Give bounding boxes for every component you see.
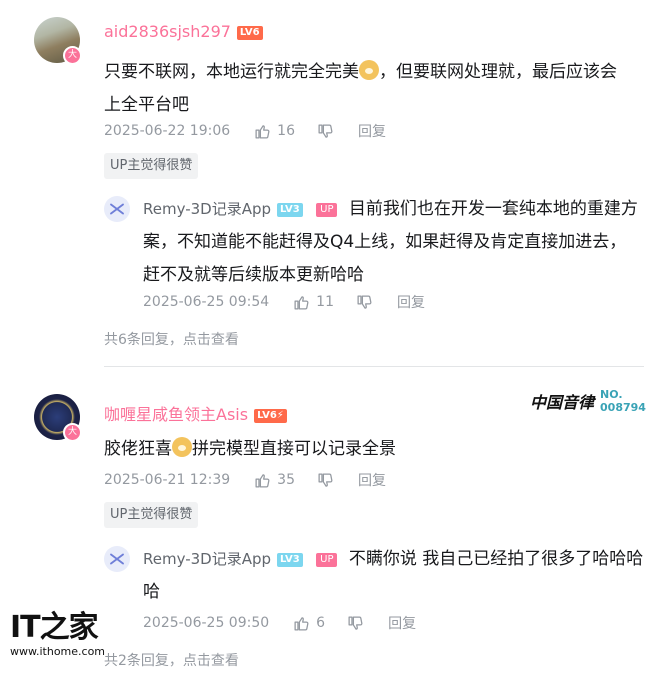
comment-header: 咖喱星咸鱼领主Asis LV6⚡ xyxy=(104,401,287,425)
like-count: 35 xyxy=(277,472,295,488)
comment-content: 胶佬狂喜 拼完模型直接可以记录全景 xyxy=(104,433,644,466)
decoration-number-block: NO. 008794 xyxy=(600,388,646,414)
dislike-button[interactable] xyxy=(356,294,373,311)
comment-text: 上全平台吧 xyxy=(104,95,189,115)
comment-header: aid2836sjsh297 LV6 xyxy=(104,22,263,41)
reply-time: 2025-06-25 09:54 xyxy=(143,294,270,310)
reply-avatar[interactable] xyxy=(104,546,130,572)
reply-body: Remy-3D记录App LV3 UP 不瞒你说 我自己已经拍了很多了哈哈哈 哈 xyxy=(143,543,648,609)
reply-button[interactable]: 回复 xyxy=(397,292,425,312)
reply-text: 哈 xyxy=(143,582,160,602)
remy-logo-icon xyxy=(110,203,124,215)
comment-content: 只要不联网，本地运行就完全完美 ，但要联网处理就，最后应该会 上全平台吧 xyxy=(104,56,644,122)
doge-emoji-icon xyxy=(172,437,192,457)
comment-text: 拼完模型直接可以记录全景 xyxy=(192,439,396,459)
view-more-replies[interactable]: 共2条回复，点击查看 xyxy=(104,650,239,670)
username[interactable]: 咖喱星咸鱼领主Asis xyxy=(104,405,248,424)
comment-time: 2025-06-22 19:06 xyxy=(104,123,231,139)
dislike-button[interactable] xyxy=(317,123,334,140)
avatar-badge: 大 xyxy=(63,46,82,65)
comment-text: 胶佬狂喜 xyxy=(104,439,172,459)
reply-text: 案，不知道能不能赶得及Q4上线，如果赶得及肯定直接加进去， xyxy=(143,232,627,252)
reply-text: 目前我们也在开发一套纯本地的重建方 xyxy=(348,199,638,219)
up-liked-tag: UP主觉得很赞 xyxy=(104,153,199,179)
decoration-brand: 中国音律 xyxy=(530,393,595,412)
up-liked-tag: UP主觉得很赞 xyxy=(104,502,199,528)
decoration-no-label: NO. xyxy=(600,388,623,401)
reply-body: Remy-3D记录App LV3 UP 目前我们也在开发一套纯本地的重建方 案，不… xyxy=(143,193,648,292)
level-badge: LV6⚡ xyxy=(254,409,287,423)
thumb-up-icon xyxy=(255,124,270,139)
reply-button[interactable]: 回复 xyxy=(358,121,386,141)
up-badge: UP xyxy=(316,553,338,567)
reply-button[interactable]: 回复 xyxy=(358,470,386,490)
like-count: 16 xyxy=(277,123,295,139)
reply-username[interactable]: Remy-3D记录App xyxy=(143,200,271,218)
watermark-url: www.ithome.com xyxy=(10,645,106,658)
level-badge: LV6 xyxy=(236,26,263,40)
up-badge: UP xyxy=(316,203,338,217)
comment-text: ，但要联网处理就，最后应该会 xyxy=(379,62,617,82)
dislike-button[interactable] xyxy=(347,615,364,632)
avatar-badge: 大 xyxy=(63,423,82,442)
reply-meta: 2025-06-25 09:54 11 回复 xyxy=(143,292,425,312)
reply-username[interactable]: Remy-3D记录App xyxy=(143,550,271,568)
comment-divider xyxy=(104,366,644,367)
thumb-up-icon xyxy=(294,616,309,631)
like-count: 11 xyxy=(316,294,334,310)
username[interactable]: aid2836sjsh297 xyxy=(104,22,231,41)
level-badge: LV3 xyxy=(277,203,303,217)
level-badge: LV3 xyxy=(277,553,303,567)
dislike-button[interactable] xyxy=(317,472,334,489)
remy-logo-icon xyxy=(110,553,124,565)
thumb-down-icon xyxy=(318,123,333,138)
thumb-up-icon xyxy=(294,295,309,310)
comment-meta: 2025-06-21 12:39 35 回复 xyxy=(104,470,386,490)
doge-emoji-icon xyxy=(359,60,379,80)
comment-text: 只要不联网，本地运行就完全完美 xyxy=(104,62,359,82)
ithome-watermark: IT之家 www.ithome.com xyxy=(10,612,105,660)
like-count: 6 xyxy=(316,615,326,631)
reply-avatar[interactable] xyxy=(104,196,130,222)
thumb-down-icon xyxy=(357,294,372,309)
thumb-up-icon xyxy=(255,473,270,488)
thumb-down-icon xyxy=(318,472,333,487)
reply-meta: 2025-06-25 09:50 6 回复 xyxy=(143,613,416,633)
reply-text: 不瞒你说 我自己已经拍了很多了哈哈哈 xyxy=(348,549,644,569)
like-button[interactable]: 11 xyxy=(293,294,334,311)
fan-decoration: 中国音律 NO. 008794 xyxy=(530,388,646,414)
like-button[interactable]: 6 xyxy=(293,615,325,632)
watermark-logo: IT之家 xyxy=(10,610,99,645)
like-button[interactable]: 35 xyxy=(254,472,295,489)
comment-time: 2025-06-21 12:39 xyxy=(104,472,231,488)
comment-meta: 2025-06-22 19:06 16 回复 xyxy=(104,121,386,141)
reply-button[interactable]: 回复 xyxy=(388,613,416,633)
thumb-down-icon xyxy=(348,615,363,630)
decoration-number: 008794 xyxy=(600,401,646,414)
like-button[interactable]: 16 xyxy=(254,123,295,140)
reply-time: 2025-06-25 09:50 xyxy=(143,615,270,631)
view-more-replies[interactable]: 共6条回复，点击查看 xyxy=(104,329,239,349)
reply-text: 赶不及就等后续版本更新哈哈 xyxy=(143,265,364,285)
